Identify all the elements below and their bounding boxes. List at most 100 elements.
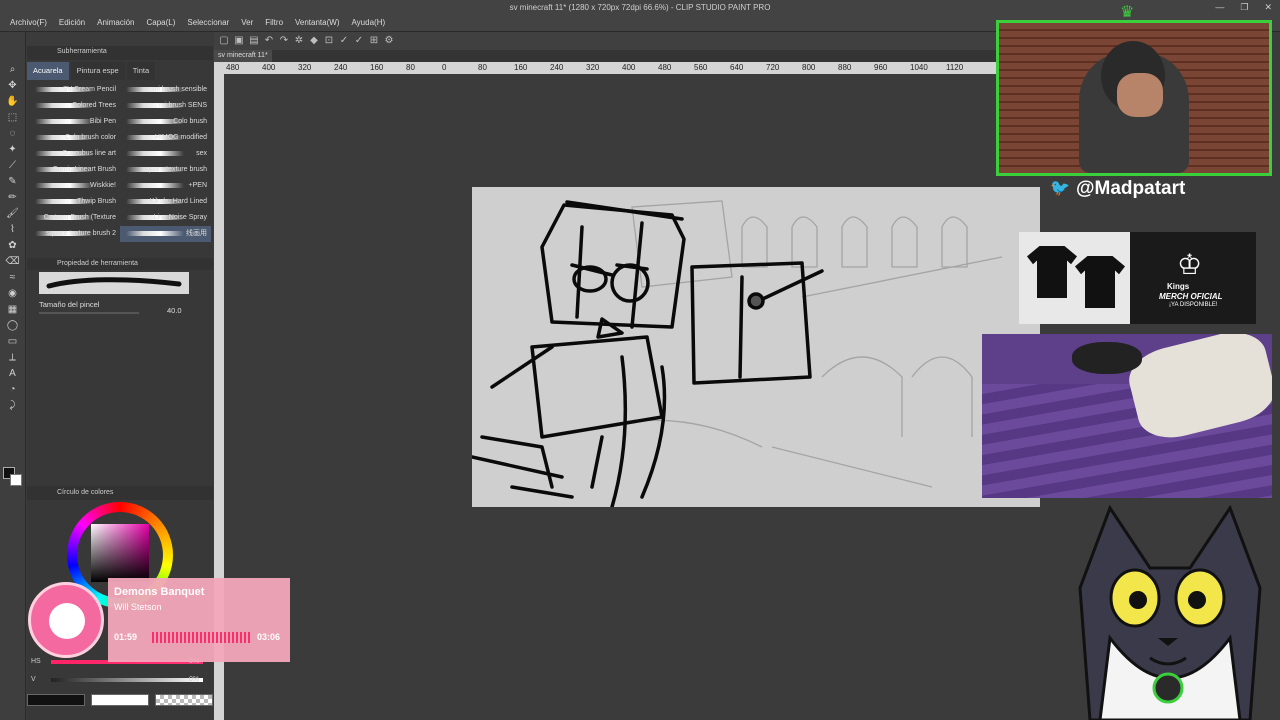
brush-item[interactable]: Colo brush [120, 114, 211, 130]
menu-ver[interactable]: Ver [237, 18, 261, 27]
airbrush-icon[interactable]: ⌇ [6, 222, 20, 237]
correct-line-icon[interactable]: ⤸ [6, 398, 20, 413]
swatch-black[interactable] [27, 694, 85, 706]
menu-filtro[interactable]: Filtro [261, 18, 291, 27]
gradient-icon[interactable]: ▦ [6, 302, 20, 317]
ruler-tick-label: 400 [622, 63, 636, 72]
horizontal-ruler: 480 400 320 240 160 80 0 80 160 240 320 400 480 560 64… [224, 62, 1000, 74]
brush-item[interactable]: mi brush SENS [120, 98, 211, 114]
menu-animacion[interactable]: Animación [93, 18, 142, 27]
pencil-icon[interactable]: ✏ [6, 190, 20, 205]
brush-list: SV Cream Pencil mi brush sensible Colore… [27, 80, 213, 244]
lasso-icon[interactable]: ◌ [6, 126, 20, 141]
ruler-tick-label: 720 [766, 63, 780, 72]
brush-item[interactable]: Thwip Brush [29, 194, 120, 210]
swatch-white[interactable] [91, 694, 149, 706]
brush-item-selected[interactable]: 线画用 [120, 226, 211, 242]
twitter-handle-text: @Madpatart [1076, 178, 1186, 199]
move-icon[interactable]: ✥ [6, 78, 20, 93]
select-icon[interactable]: ⬚ [6, 110, 20, 125]
menu-edicion[interactable]: Edición [55, 18, 93, 27]
subtool-header: Subherramienta [27, 46, 213, 60]
close-button[interactable]: ✕ [1264, 2, 1272, 13]
ruler-icon[interactable]: ⟂ [6, 350, 20, 365]
brush-item[interactable]: Line Noise Spray [120, 210, 211, 226]
save-icon[interactable]: ▤ [248, 35, 260, 47]
color-circle-header: Círculo de colores [27, 486, 213, 500]
brush-icon[interactable]: 🖌 [6, 206, 20, 221]
fill-icon[interactable]: ◆ [308, 35, 320, 47]
brush-item[interactable]: square texture brush [120, 162, 211, 178]
ruler-snap-icon[interactable]: ✓ [353, 35, 365, 47]
sub-color-swatch[interactable] [10, 474, 22, 486]
maximize-button[interactable]: ❐ [1240, 2, 1248, 13]
decoration-icon[interactable]: ✿ [6, 238, 20, 253]
clear-icon[interactable]: ✲ [293, 35, 305, 47]
frame-icon[interactable]: ▭ [6, 334, 20, 349]
brush-item[interactable]: Comic Lineart Brush [29, 162, 120, 178]
streamer-face [1117, 73, 1163, 117]
ruler-tick-label: 880 [838, 63, 852, 72]
brush-item[interactable]: Succubus line art [29, 146, 120, 162]
menu-archivo[interactable]: Archivo(F) [6, 18, 55, 27]
merch-banner: ♔ Kings MERCH OFICIAL ¡YA DISPONIBLE! [1019, 232, 1256, 324]
ruler-tick-label: 1040 [910, 63, 928, 72]
brush-item[interactable]: mi brush sensible [120, 82, 211, 98]
saturation-value-square[interactable] [91, 524, 149, 582]
tab-acuarela[interactable]: Acuarela [27, 62, 69, 80]
balloon-icon[interactable]: ◔ [6, 382, 20, 397]
figure-icon[interactable]: ◯ [6, 318, 20, 333]
brush-item[interactable]: sex [120, 146, 211, 162]
ruler-tick-label: 480 [658, 63, 672, 72]
snap-icon[interactable]: ✓ [338, 35, 350, 47]
v-slider[interactable] [51, 678, 203, 682]
menu-seleccionar[interactable]: Seleccionar [183, 18, 237, 27]
brush-item[interactable]: Colored Trees (Changeable) [29, 98, 120, 114]
menu-capa[interactable]: Capa(L) [143, 18, 184, 27]
brush-size-slider[interactable] [39, 312, 139, 314]
brush-item[interactable]: Colo brush color [29, 130, 120, 146]
tab-tinta[interactable]: Tinta [126, 62, 156, 80]
blend-icon[interactable]: ≈ [6, 270, 20, 285]
settings-icon[interactable]: ⚙ [383, 35, 395, 47]
zoom-icon[interactable]: ⌕ [6, 62, 20, 77]
brush-item[interactable]: HIMOG modified [120, 130, 211, 146]
brush-size-value[interactable]: 40.0 [167, 306, 182, 315]
redo-icon[interactable]: ↷ [278, 35, 290, 47]
hand-icon[interactable]: ✋ [6, 94, 20, 109]
ruler-tick-label: 80 [478, 63, 487, 72]
merch-cta: ¡YA DISPONIBLE! [1169, 302, 1218, 308]
new-file-icon[interactable]: ▢ [218, 35, 230, 47]
menu-ayuda[interactable]: Ayuda(H) [347, 18, 393, 27]
fill-bucket-icon[interactable]: ◉ [6, 286, 20, 301]
canvas-tab[interactable]: sv minecraft 11* [214, 50, 272, 62]
drawing-canvas[interactable] [472, 187, 1040, 507]
brush-size-label: Tamaño del pincel [39, 300, 100, 309]
track-progress-wave [152, 632, 250, 643]
tab-pintura-espesa[interactable]: Pintura espe [70, 62, 125, 80]
text-icon[interactable]: A [6, 366, 20, 381]
eraser-icon[interactable]: ⌫ [6, 254, 20, 269]
ruler-tick-label: 480 [226, 63, 240, 72]
brush-item[interactable]: Bibi Pen [29, 114, 120, 130]
grid-icon[interactable]: ⊞ [368, 35, 380, 47]
open-file-icon[interactable]: ▣ [233, 35, 245, 47]
brush-item[interactable]: Cartoon Brush (Texture Noise) [29, 210, 120, 226]
main-sub-color[interactable] [2, 466, 24, 490]
brush-item[interactable]: SV Cream Pencil [29, 82, 120, 98]
eyedropper-icon[interactable]: ⟋ [6, 158, 20, 173]
brush-item[interactable]: square texture brush 2 [29, 226, 120, 242]
swatch-transparent[interactable] [155, 694, 213, 706]
brush-item[interactable]: +PEN [120, 178, 211, 194]
ruler-tick-label: 640 [730, 63, 744, 72]
brush-item[interactable]: Kikoku Hard Lined [120, 194, 211, 210]
undo-icon[interactable]: ↶ [263, 35, 275, 47]
menu-ventana[interactable]: Ventanta(W) [291, 18, 347, 27]
magic-wand-icon[interactable]: ✦ [6, 142, 20, 157]
minimize-button[interactable]: — [1215, 2, 1224, 13]
ruler-tick-label: 560 [694, 63, 708, 72]
transform-icon[interactable]: ⊡ [323, 35, 335, 47]
brush-item[interactable]: Wiskkie! [29, 178, 120, 194]
pen-icon[interactable]: ✎ [6, 174, 20, 189]
ruler-tick-label: 160 [514, 63, 528, 72]
